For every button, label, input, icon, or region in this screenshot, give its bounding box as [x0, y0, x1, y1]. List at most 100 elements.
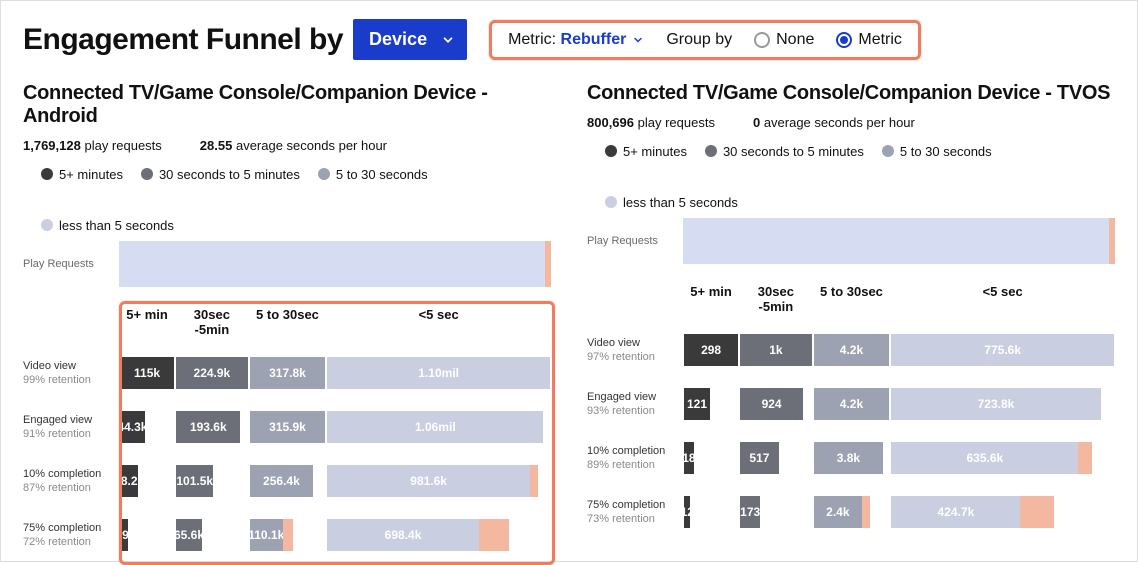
column-header: 30sec -5min	[175, 307, 248, 343]
radio-icon	[754, 32, 770, 48]
legend-label: 30 seconds to 5 minutes	[159, 167, 300, 182]
legend-item: 30 seconds to 5 minutes	[705, 144, 864, 159]
panel-android: Connected TV/Game Console/Companion Devi…	[23, 82, 551, 559]
avg-seconds-suffix: average seconds per hour	[236, 138, 387, 153]
funnel-bar: 698.4k	[327, 519, 478, 551]
play-requests-label: Play Requests	[23, 258, 119, 270]
funnel-bar: 173	[740, 496, 760, 528]
play-requests-label: Play Requests	[587, 235, 683, 247]
funnel-cell: 315.9k	[249, 403, 327, 451]
funnel-bar: 3.8k	[814, 442, 884, 474]
chevron-down-icon	[441, 33, 455, 47]
play-requests-bar	[683, 218, 1115, 264]
column-header: 5 to 30sec	[813, 284, 891, 305]
funnel-cell: 981.6k	[326, 457, 551, 505]
funnel-bar: 317.8k	[250, 357, 326, 389]
legend-swatch	[41, 219, 53, 231]
legend-item: 30 seconds to 5 minutes	[141, 167, 300, 182]
funnel-cell: 298	[683, 326, 739, 374]
funnel-bar: 635.6k	[891, 442, 1078, 474]
funnel-row: Engaged view93% retention1219244.2k723.8…	[587, 380, 1115, 428]
groupby-label: Group by	[666, 31, 732, 49]
groupby-radio-none[interactable]: None	[754, 31, 814, 49]
funnel-cell: 1.06mil	[326, 403, 551, 451]
panel-subheader: 800,696 play requests 0 average seconds …	[587, 115, 1115, 130]
funnel-cell: 28.2k	[119, 457, 175, 505]
legend-item: less than 5 seconds	[605, 195, 738, 210]
play-requests-value: 1,769,128	[23, 138, 81, 153]
funnel-chart: 5+ min30sec -5min5 to 30sec<5 secVideo v…	[587, 284, 1115, 536]
funnel-cell: 723.8k	[890, 380, 1115, 428]
funnel-row: 10% completion89% retention185173.8k635.…	[587, 434, 1115, 482]
metric-label: Metric:	[508, 31, 556, 48]
funnel-row-label: 10% completion87% retention	[23, 467, 119, 496]
funnel-row-label: Engaged view91% retention	[23, 413, 119, 442]
funnel-row-label: 75% completion72% retention	[23, 521, 119, 550]
funnel-bar: 1.10mil	[327, 357, 550, 389]
panel-subheader: 1,769,128 play requests 28.55 average se…	[23, 138, 551, 153]
avg-seconds-value: 0	[753, 115, 760, 130]
funnel-bar: 723.8k	[891, 388, 1100, 420]
legend: 5+ minutes30 seconds to 5 minutes5 to 30…	[587, 144, 1115, 210]
funnel-cell: 1.10mil	[326, 349, 551, 397]
funnel-bar: 110.1k	[250, 519, 283, 551]
header: Engagement Funnel by Device Metric: Rebu…	[23, 19, 1115, 60]
radio-icon	[836, 32, 852, 48]
column-header: 5+ min	[119, 307, 175, 328]
funnel-cell: 3.8k	[813, 434, 891, 482]
funnel-bar: 224.9k	[176, 357, 247, 389]
legend-swatch	[318, 168, 330, 180]
funnel-cell: 6.9k	[119, 511, 175, 559]
legend-swatch	[882, 145, 894, 157]
panel-tvos: Connected TV/Game Console/Companion Devi…	[587, 82, 1115, 559]
funnel-cell: 4.2k	[813, 326, 891, 374]
funnel-cell: 635.6k	[890, 434, 1115, 482]
funnel-cell: 12	[683, 488, 739, 536]
metric-dropdown-value: Rebuffer	[561, 31, 627, 49]
funnel-bar: 924	[740, 388, 803, 420]
funnel-bar: 12	[684, 496, 690, 528]
funnel-cell: 115k	[119, 349, 175, 397]
funnel-bar: 121	[684, 388, 710, 420]
funnel-bar: 315.9k	[250, 411, 326, 443]
funnel-row: 10% completion87% retention28.2k 101.5k25…	[23, 457, 551, 505]
legend-swatch	[605, 196, 617, 208]
controls-highlight-box: Metric: Rebuffer Group by None Metric	[489, 20, 921, 60]
play-requests-row: Play Requests	[587, 218, 1115, 264]
avg-seconds-suffix: average seconds per hour	[764, 115, 915, 130]
funnel-bar: 44.3k	[120, 411, 145, 443]
column-header: 5 to 30sec	[249, 307, 327, 328]
legend-swatch	[605, 145, 617, 157]
panel-title: Connected TV/Game Console/Companion Devi…	[587, 82, 1115, 105]
device-dropdown[interactable]: Device	[353, 19, 467, 60]
funnel-cell: 4.2k	[813, 380, 891, 428]
groupby-radio-metric[interactable]: Metric	[836, 31, 902, 49]
funnel-bar: 517	[740, 442, 779, 474]
metric-control: Metric: Rebuffer	[508, 31, 644, 49]
funnel-cell: 2.4k	[813, 488, 891, 536]
funnel-bar: 6.9k	[120, 519, 128, 551]
legend: 5+ minutes30 seconds to 5 minutes5 to 30…	[23, 167, 551, 233]
funnel-cell: 224.9k	[175, 349, 248, 397]
funnel-row: 75% completion73% retention121732.4k424.…	[587, 488, 1115, 536]
funnel-row-label: Video view99% retention	[23, 359, 119, 388]
funnel-bar: 28.2k	[120, 465, 138, 497]
funnel-row: Video view97% retention2981k4.2k775.6k	[587, 326, 1115, 374]
funnel-cell: 18	[683, 434, 739, 482]
funnel-cell: 698.4k	[326, 511, 551, 559]
legend-label: 5+ minutes	[59, 167, 123, 182]
funnel-cell: 110.1k	[249, 511, 327, 559]
funnel-cell: 424.7k	[890, 488, 1115, 536]
funnel-cell: 121	[683, 380, 739, 428]
legend-item: 5 to 30 seconds	[882, 144, 992, 159]
funnel-row: Engaged view91% retention44.3k193.6k315.…	[23, 403, 551, 451]
column-header: 5+ min	[683, 284, 739, 305]
funnel-cell: 173	[739, 488, 812, 536]
panel-title: Connected TV/Game Console/Companion Devi…	[23, 82, 551, 128]
legend-swatch	[141, 168, 153, 180]
funnel-cell: 317.8k	[249, 349, 327, 397]
metric-dropdown[interactable]: Rebuffer	[561, 31, 645, 49]
device-dropdown-label: Device	[369, 29, 427, 49]
funnel-cell: 101.5k	[175, 457, 248, 505]
funnel-bar: 256.4k	[250, 465, 314, 497]
